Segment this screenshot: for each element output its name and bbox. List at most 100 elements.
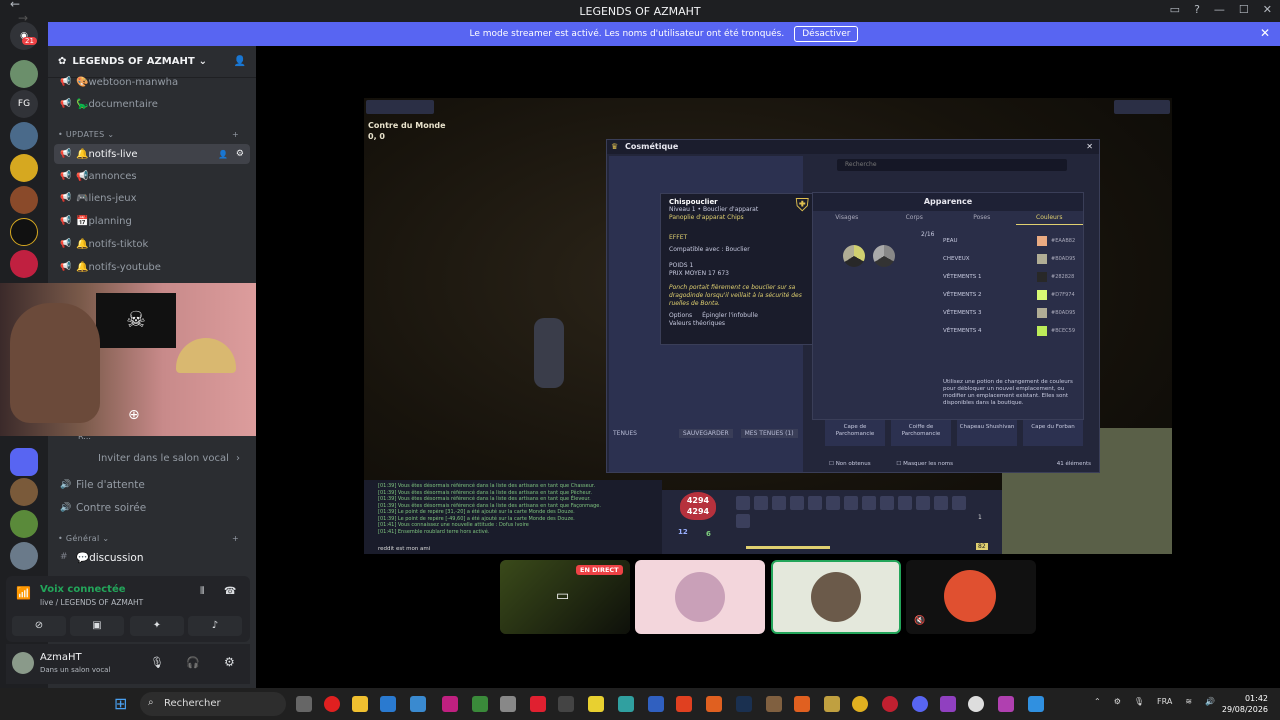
- server-icon-6[interactable]: [10, 250, 38, 278]
- spell-slot[interactable]: [862, 496, 876, 510]
- game-toolbar[interactable]: [366, 100, 434, 114]
- theory-values-link[interactable]: Valeurs théoriques: [669, 320, 813, 328]
- category-general[interactable]: • Général ⌄ +: [58, 534, 239, 543]
- color-swatch[interactable]: [1037, 290, 1047, 300]
- color-row-vetements-2[interactable]: VÊTEMENTS 2 #D7F974: [943, 287, 1083, 303]
- wifi-icon[interactable]: ≋: [1185, 697, 1192, 706]
- cosmetic-item[interactable]: Chapeau Shushivan: [957, 420, 1017, 446]
- participant-tile-1[interactable]: [635, 560, 765, 634]
- player-character[interactable]: [534, 318, 564, 388]
- spell-slot[interactable]: [952, 496, 966, 510]
- close-icon[interactable]: ✕: [1086, 140, 1093, 154]
- server-icon-fg[interactable]: FG: [10, 90, 38, 118]
- obs-icon[interactable]: [968, 696, 984, 712]
- add-channel-icon[interactable]: +: [232, 534, 239, 543]
- spell-slot[interactable]: [808, 496, 822, 510]
- spell-slot[interactable]: [844, 496, 858, 510]
- server-icon-9[interactable]: [10, 542, 38, 570]
- soundboard-button[interactable]: ♪: [188, 616, 242, 636]
- color-swatch[interactable]: [1037, 254, 1047, 264]
- color-row-vetements-3[interactable]: VÊTEMENTS 3 #B0AD95: [943, 305, 1083, 321]
- app4-icon[interactable]: [794, 696, 810, 712]
- app7-icon[interactable]: [1028, 696, 1044, 712]
- server-icon-7[interactable]: [10, 478, 38, 506]
- server-icon-1[interactable]: [10, 60, 38, 88]
- steam-icon[interactable]: [736, 696, 752, 712]
- close-window-button[interactable]: ✕: [1263, 3, 1272, 16]
- voice-channel[interactable]: live / LEGENDS OF AZMAHT: [40, 598, 143, 607]
- maximize-button[interactable]: ☐: [1239, 3, 1249, 16]
- voice-status[interactable]: Voix connectée: [40, 584, 126, 595]
- chevron-up-icon[interactable]: ⌃: [1094, 697, 1101, 706]
- network-icon[interactable]: ⚙: [1114, 697, 1121, 706]
- save-button[interactable]: SAUVEGARDER: [678, 429, 733, 438]
- store-icon[interactable]: [500, 696, 516, 712]
- avatar[interactable]: [12, 652, 34, 674]
- channel-notifs-youtube[interactable]: 📢 🔔notifs-youtube: [54, 257, 250, 277]
- options-link[interactable]: Options: [669, 312, 692, 319]
- palette-swatch-selected[interactable]: [843, 245, 865, 267]
- add-member-icon[interactable]: 👤: [234, 56, 246, 67]
- minimize-button[interactable]: —: [1214, 3, 1225, 16]
- language-indicator[interactable]: FRA: [1157, 697, 1172, 706]
- chat-input[interactable]: reddit est mon ami: [378, 546, 430, 553]
- color-row-peau[interactable]: PEAU #EAAB82: [943, 233, 1083, 249]
- channel-documentaire[interactable]: 📢 🦕documentaire: [54, 94, 250, 114]
- my-outfits-button[interactable]: MES TENUES (1): [740, 429, 798, 438]
- server-icon-5[interactable]: [10, 218, 38, 246]
- participant-tile-stream[interactable]: EN DIRECT ▭: [500, 560, 630, 634]
- color-swatch[interactable]: [1037, 326, 1047, 336]
- word-icon[interactable]: [648, 696, 664, 712]
- channel-annonces[interactable]: 📢 📢annonces: [54, 166, 250, 186]
- capcut-icon[interactable]: [558, 696, 574, 712]
- app3-icon[interactable]: [766, 696, 782, 712]
- screen-share-button[interactable]: ▣: [70, 616, 124, 636]
- discord-home-icon[interactable]: ◉: [10, 22, 38, 50]
- channel-liens-jeux[interactable]: 📢 🎮liens-jeux: [54, 188, 250, 208]
- taskbar-clock[interactable]: 01:42 29/08/2026: [1222, 693, 1268, 715]
- opera-icon[interactable]: [324, 696, 340, 712]
- file-explorer-icon[interactable]: [352, 696, 368, 712]
- activities-button[interactable]: ✦: [130, 616, 184, 636]
- color-row-vetements-1[interactable]: VÊTEMENTS 1 #282828: [943, 269, 1083, 285]
- microphone-icon[interactable]: 🎙: [150, 656, 164, 669]
- spell-slot[interactable]: [736, 496, 750, 510]
- notepad-icon[interactable]: [410, 696, 426, 712]
- disable-streamer-button[interactable]: Désactiver: [794, 26, 859, 42]
- tab-couleurs[interactable]: Couleurs: [1015, 211, 1083, 225]
- spell-slot[interactable]: [880, 496, 894, 510]
- mic-icon[interactable]: 🎙: [1134, 697, 1144, 706]
- invite-voice-button[interactable]: Inviter dans le salon vocal ›: [54, 448, 250, 468]
- inbox-icon[interactable]: ▭: [1170, 3, 1180, 16]
- category-updates[interactable]: • UPDATES ⌄ +: [58, 130, 239, 139]
- spell-page[interactable]: 1: [978, 514, 982, 521]
- server-icon-8[interactable]: [10, 510, 38, 538]
- minecraft-icon[interactable]: [472, 696, 488, 712]
- spell-slot[interactable]: [736, 514, 750, 528]
- help-icon[interactable]: ?: [1194, 3, 1200, 16]
- discord-icon[interactable]: [912, 696, 928, 712]
- channel-waiting[interactable]: 🔊 File d'attente: [54, 475, 250, 495]
- server-icon-4[interactable]: [10, 186, 38, 214]
- close-icon[interactable]: ✕: [1260, 26, 1270, 40]
- server-icon-2[interactable]: [10, 122, 38, 150]
- server-icon-3[interactable]: [10, 154, 38, 182]
- disconnect-icon[interactable]: ☎: [224, 586, 236, 597]
- participant-tile-3[interactable]: 🔇: [906, 560, 1036, 634]
- dofus-icon[interactable]: [824, 696, 840, 712]
- outlook-icon[interactable]: [380, 696, 396, 712]
- cosmetic-search-input[interactable]: Recherche: [837, 159, 1067, 171]
- gear-icon[interactable]: ⚙: [236, 149, 244, 159]
- not-owned-checkbox[interactable]: ☐ Non obtenus: [829, 461, 871, 467]
- color-swatch[interactable]: [1037, 236, 1047, 246]
- color-row-cheveux[interactable]: CHEVEUX #B0AD95: [943, 251, 1083, 267]
- channel-discussion[interactable]: # 💬discussion: [54, 547, 250, 567]
- powerpoint-icon[interactable]: [676, 696, 692, 712]
- headphones-icon[interactable]: 🎧: [186, 656, 200, 669]
- hide-names-checkbox[interactable]: ☐ Masquer les noms: [896, 461, 953, 467]
- netflix-icon[interactable]: [530, 696, 546, 712]
- palette-swatch[interactable]: [873, 245, 895, 267]
- color-swatch[interactable]: [1037, 308, 1047, 318]
- cosmetic-item[interactable]: Coiffe de Parchomancie: [891, 420, 951, 446]
- folder-icon[interactable]: [10, 448, 38, 476]
